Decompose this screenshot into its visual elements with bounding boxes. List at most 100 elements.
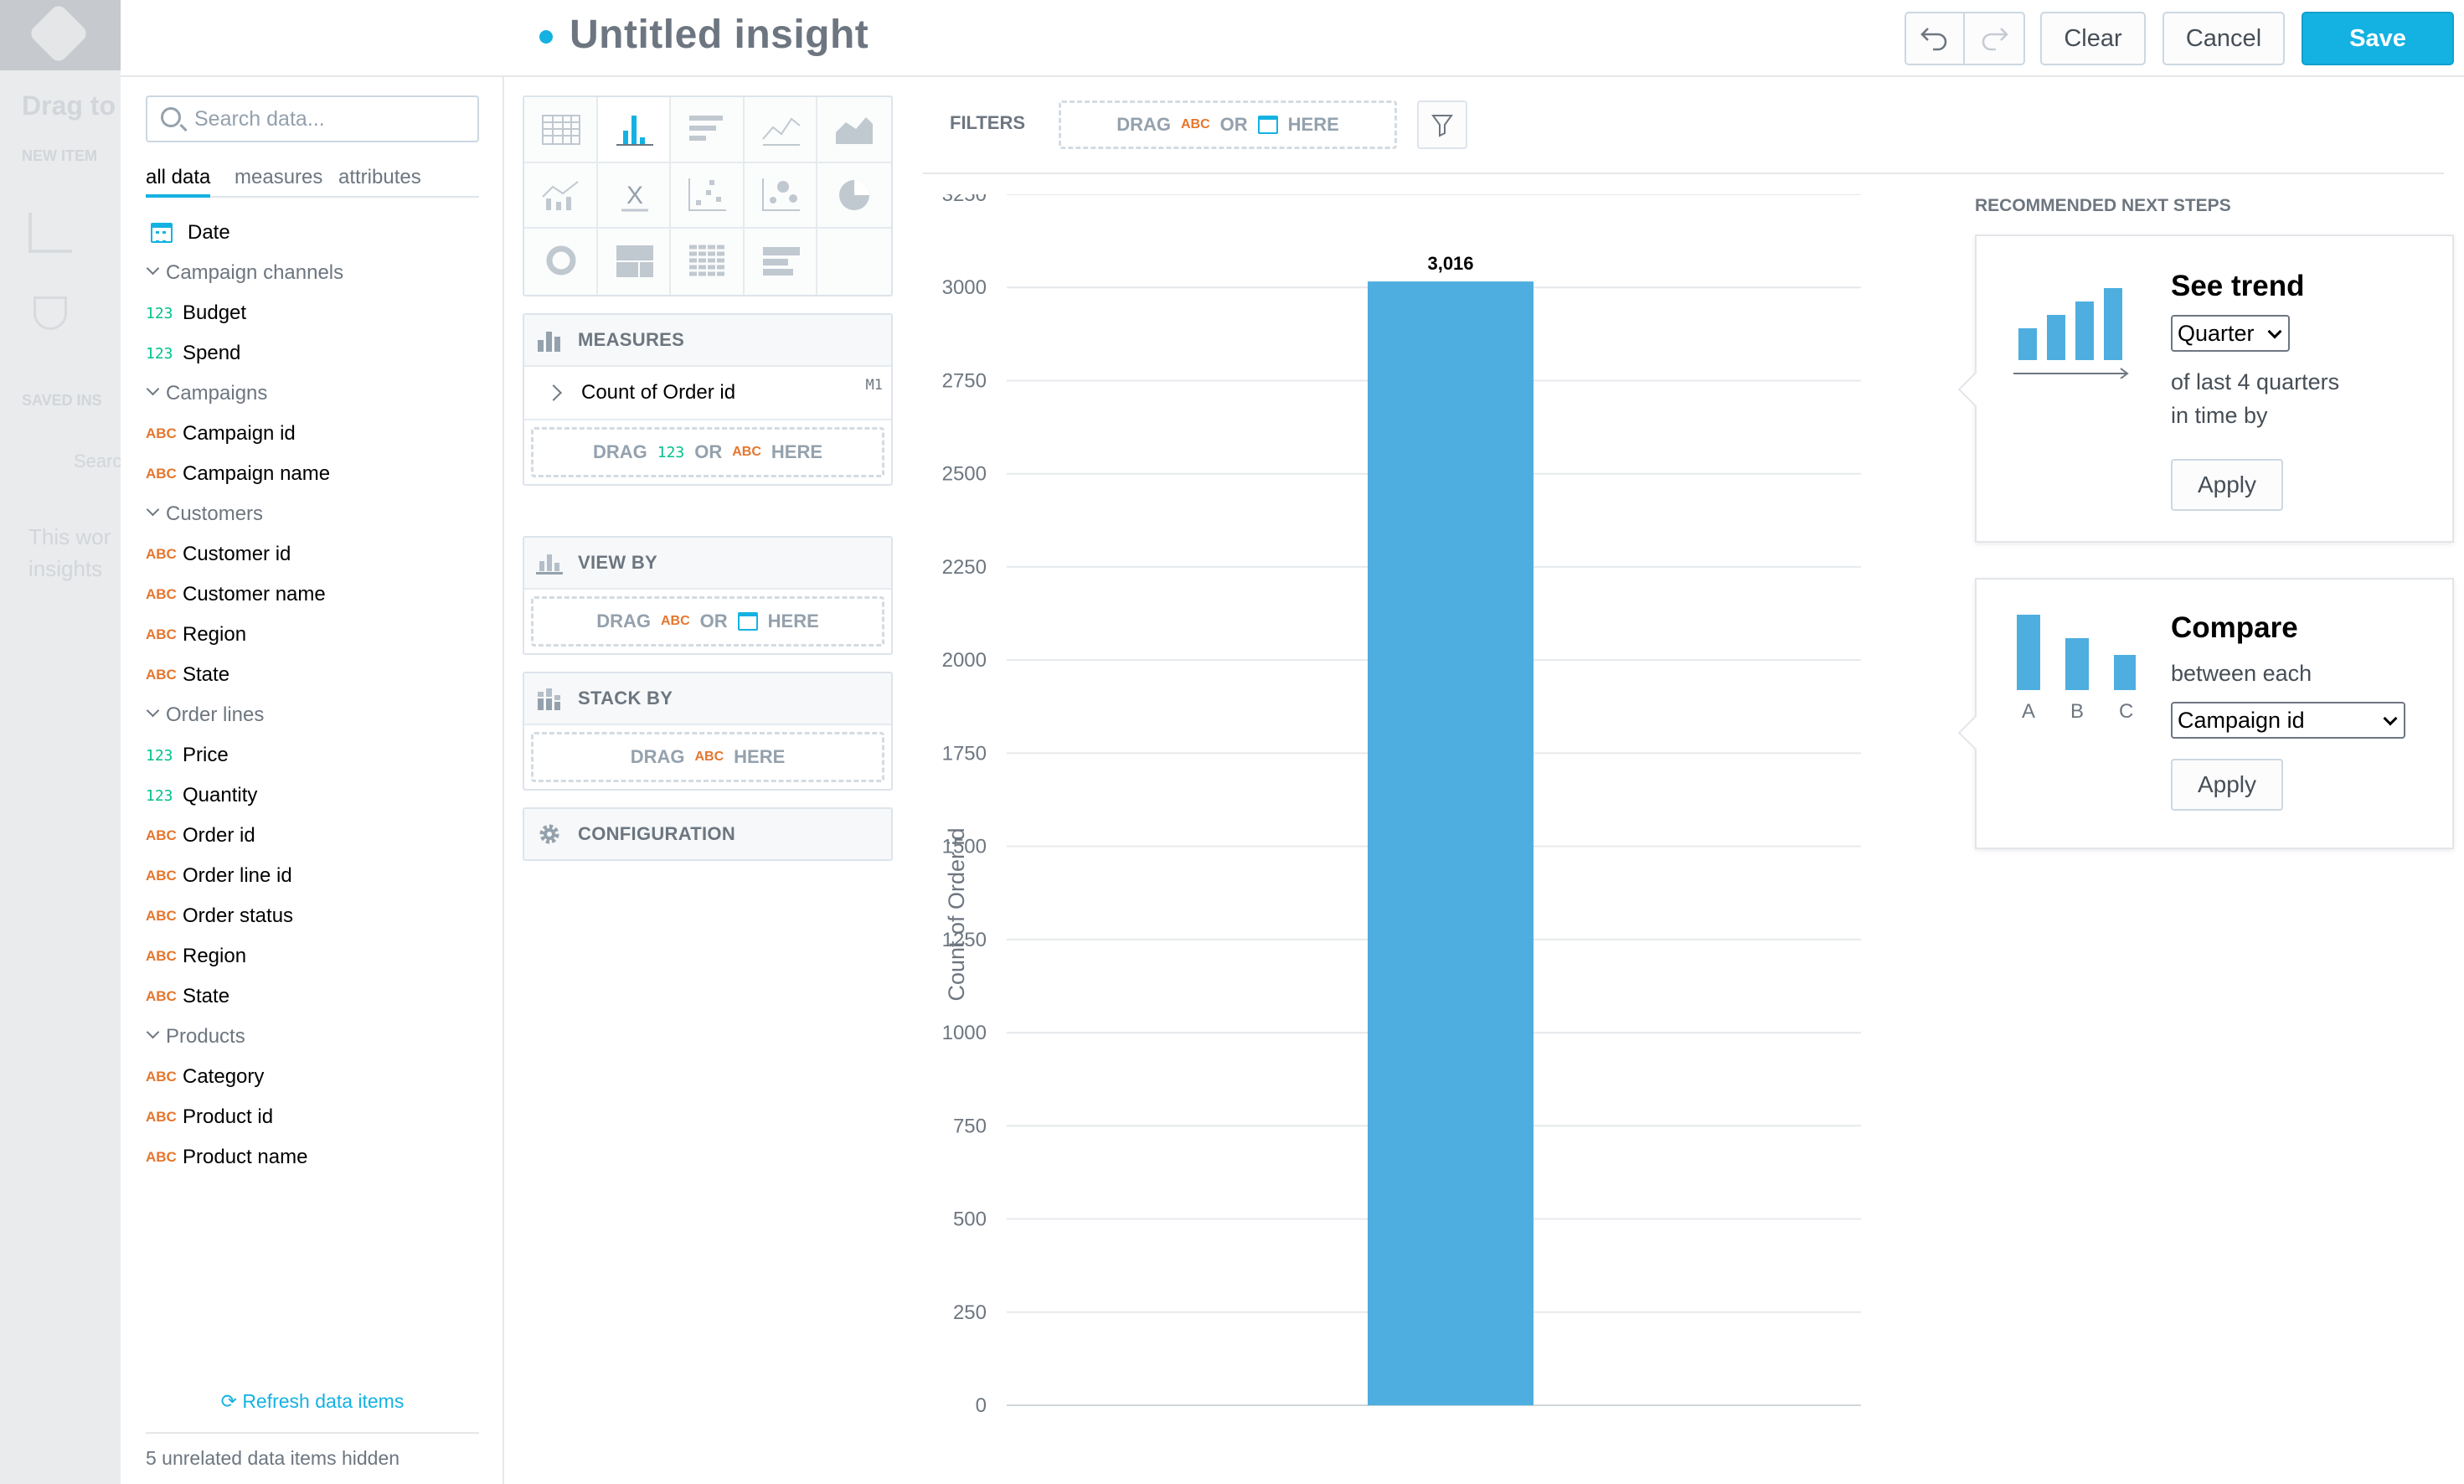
- trend-granularity-select[interactable]: Quarter: [2171, 315, 2290, 352]
- save-button[interactable]: Save: [2302, 12, 2454, 65]
- catalog-item-label: Region: [183, 945, 247, 967]
- drop-attribute-type: ABC: [660, 614, 690, 628]
- chart-type-donut-chart[interactable]: [524, 229, 598, 295]
- chart-type-heatmap[interactable]: [671, 229, 745, 295]
- insight-title[interactable]: Untitled insight: [570, 12, 869, 58]
- undo-button[interactable]: [1905, 12, 1965, 65]
- y-tick-label: 2750: [942, 369, 987, 392]
- catalog-item-order-id[interactable]: ABC Order id: [146, 819, 255, 853]
- area-chart-icon: [836, 117, 874, 144]
- ghost-insight-icon: [28, 213, 72, 253]
- heatmap-icon: [689, 245, 727, 276]
- catalog-item-quantity[interactable]: 123 Quantity: [146, 779, 257, 812]
- catalog-item-budget[interactable]: 123 Budget: [146, 296, 246, 330]
- catalog-item-customer-id[interactable]: ABC Customer id: [146, 538, 291, 571]
- chevron-right-icon: [545, 384, 562, 401]
- compare-apply-button[interactable]: Apply: [2171, 759, 2283, 811]
- chevron-down-icon: [146, 705, 161, 720]
- catalog-item-category[interactable]: ABC Category: [146, 1060, 264, 1094]
- y-tick-label: 1750: [942, 742, 987, 765]
- configuration-header[interactable]: CONFIGURATION: [524, 809, 891, 859]
- catalog-item-state[interactable]: ABC State: [146, 980, 229, 1013]
- config-panel: X MEASURES Count of Order id M1 DRAG 123…: [504, 77, 915, 1484]
- drop-drag-text: DRAG: [596, 611, 651, 631]
- catalog-item-product-id[interactable]: ABC Product id: [146, 1100, 273, 1134]
- redo-button[interactable]: [1965, 12, 2025, 65]
- filter-drop-zone[interactable]: DRAG ABC OR HERE: [1059, 100, 1397, 149]
- configuration-section[interactable]: CONFIGURATION: [523, 807, 893, 861]
- chart-type-bullet-chart[interactable]: [745, 229, 818, 295]
- visualization-type-picker: X: [523, 95, 893, 296]
- treemap-icon: [616, 245, 653, 278]
- catalog-group-campaign-channels[interactable]: Campaign channels: [146, 256, 343, 290]
- catalog-item-date[interactable]: Date: [146, 216, 230, 250]
- headline-icon: X: [621, 182, 648, 212]
- catalog-group-campaigns[interactable]: Campaigns: [146, 377, 267, 410]
- trend-apply-button[interactable]: Apply: [2171, 459, 2283, 511]
- catalog-item-label: Budget: [183, 301, 247, 324]
- refresh-data-items-link[interactable]: ⟳ Refresh data items: [121, 1390, 504, 1413]
- drop-drag-text: DRAG: [630, 746, 685, 767]
- chart-type-pie-chart[interactable]: [817, 163, 891, 229]
- filter-config-button[interactable]: [1417, 100, 1467, 149]
- y-tick-label: 1000: [942, 1022, 987, 1044]
- catalog-item-state[interactable]: ABC State: [146, 658, 229, 692]
- chart-type-column-chart[interactable]: [597, 97, 672, 163]
- drop-drag-text: DRAG: [592, 441, 647, 462]
- catalog-item-label: Region: [183, 623, 247, 646]
- filter-bar: FILTERS DRAG ABC OR HERE: [923, 77, 2444, 174]
- view-by-drop-zone[interactable]: DRAG ABC OR HERE: [531, 596, 884, 647]
- catalog-item-spend[interactable]: 123 Spend: [146, 337, 240, 370]
- clear-button[interactable]: Clear: [2040, 12, 2146, 65]
- catalog-group-label: Order lines: [166, 703, 265, 726]
- search-input[interactable]: [194, 102, 471, 136]
- catalog-item-product-name[interactable]: ABC Product name: [146, 1141, 307, 1174]
- compare-attribute-select[interactable]: Campaign id: [2171, 702, 2405, 739]
- chart-type-bar-chart[interactable]: [671, 97, 745, 163]
- catalog-item-campaign-name[interactable]: ABC Campaign name: [146, 457, 330, 491]
- tab-all-data[interactable]: all data: [146, 164, 211, 198]
- attribute-type-badge: ABC: [146, 1149, 177, 1165]
- chart-type-line-chart[interactable]: [744, 97, 818, 163]
- measures-bucket-header: MEASURES: [524, 315, 891, 367]
- measures-drop-zone[interactable]: DRAG 123 OR ABC HERE: [531, 427, 884, 477]
- catalog-group-label: Customers: [166, 502, 264, 525]
- catalog-group-label: Products: [166, 1025, 245, 1048]
- catalog-item-customer-name[interactable]: ABC Customer name: [146, 578, 326, 611]
- gear-icon: [539, 824, 559, 844]
- catalog-group-products[interactable]: Products: [146, 1020, 245, 1054]
- funnel-icon: [1431, 115, 1453, 137]
- compare-title: Compare: [2171, 611, 2298, 644]
- catalog-group-order-lines[interactable]: Order lines: [146, 698, 264, 732]
- chart-type-headline[interactable]: X: [597, 162, 672, 229]
- catalog-item-campaign-id[interactable]: ABC Campaign id: [146, 417, 296, 451]
- catalog-item-label: Order status: [183, 904, 294, 927]
- y-tick-label: 2250: [942, 556, 987, 579]
- donut-chart-icon: [546, 245, 576, 276]
- bullet-chart-icon: [762, 247, 800, 276]
- catalog-search[interactable]: [146, 95, 479, 142]
- data-catalog: all data measures attributes Date Campaig…: [121, 77, 504, 1484]
- catalog-item-order-line-id[interactable]: ABC Order line id: [146, 859, 292, 893]
- chart-type-table[interactable]: [524, 97, 598, 163]
- chart-type-area-chart[interactable]: [817, 97, 891, 163]
- drop-or-text: OR: [1219, 114, 1248, 135]
- tab-measures[interactable]: measures: [235, 164, 322, 198]
- chart-type-scatter-plot[interactable]: [671, 162, 745, 229]
- view-by-icon: [536, 554, 563, 575]
- catalog-item-region[interactable]: ABC Region: [146, 618, 246, 652]
- catalog-item-order-status[interactable]: ABC Order status: [146, 899, 293, 933]
- chart-type-combo-chart[interactable]: [524, 162, 598, 229]
- catalog-item-price[interactable]: 123 Price: [146, 739, 229, 772]
- chart-bar[interactable]: [1368, 281, 1534, 1405]
- cancel-button[interactable]: Cancel: [2162, 12, 2285, 65]
- tab-attributes[interactable]: attributes: [338, 164, 421, 198]
- catalog-group-customers[interactable]: Customers: [146, 497, 263, 531]
- stack-by-drop-zone[interactable]: DRAG ABC HERE: [531, 732, 884, 782]
- chevron-down-icon: [146, 1027, 161, 1042]
- y-tick-label: 250: [953, 1301, 987, 1324]
- chart-type-bubble-chart[interactable]: [744, 162, 818, 229]
- chart-type-treemap[interactable]: [598, 229, 672, 295]
- measure-item-count-of-order-id[interactable]: Count of Order id M1: [524, 367, 891, 420]
- catalog-item-region[interactable]: ABC Region: [146, 940, 246, 973]
